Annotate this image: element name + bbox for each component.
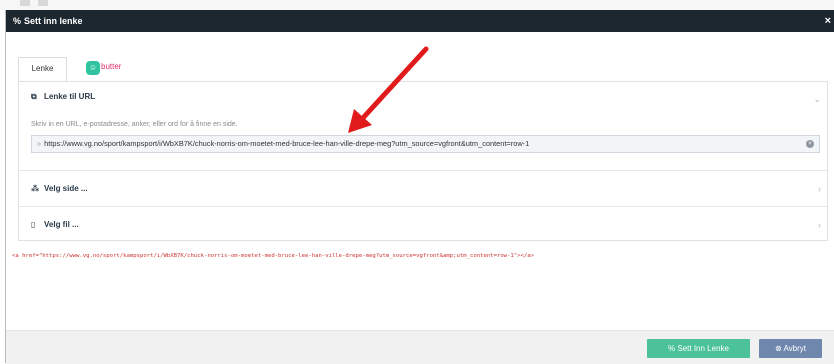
cancel-label: Avbryt (783, 344, 806, 353)
cancel-button[interactable]: ⊗ Avbryt (759, 339, 822, 358)
chevron-right-icon[interactable]: › (818, 220, 821, 230)
divider (19, 206, 827, 207)
section-page-label: Velg side ... (44, 184, 88, 193)
annotation-arrow (348, 46, 429, 133)
background-grip (38, 0, 48, 6)
dialog-footer: % Sett Inn Lenke ⊗ Avbryt (6, 330, 834, 364)
background-page-strip (0, 0, 834, 10)
section-url-label: Lenke til URL (44, 92, 96, 101)
section-file-label: Velg fil ... (44, 220, 79, 229)
tab-butter-label: butter (101, 62, 122, 71)
sitemap-icon: ⁂ (31, 184, 40, 193)
section-file-heading[interactable]: ▯ Velg fil ... (31, 220, 79, 229)
file-icon: ▯ (31, 220, 36, 229)
chevron-right-icon: » (37, 139, 42, 148)
divider (19, 170, 827, 171)
background-grip (20, 0, 30, 6)
cancel-icon: ⊗ (774, 344, 782, 353)
close-icon[interactable]: × (825, 15, 831, 27)
chevron-down-icon[interactable]: ⌄ (813, 94, 821, 105)
clear-icon[interactable]: × (806, 140, 814, 148)
external-link-icon: ⧉ (31, 92, 37, 101)
url-value: https://www.vg.no/sport/kampsport/i/WbXB… (44, 139, 530, 148)
link-icon: % (13, 16, 22, 26)
tab-lenke[interactable]: Lenke (18, 57, 67, 81)
insert-link-label: Sett Inn Lenke (677, 344, 729, 353)
url-hint: Skriv in en URL, e-postadresse, anker, e… (31, 121, 238, 128)
chevron-right-icon[interactable]: › (818, 184, 821, 194)
url-input[interactable]: » https://www.vg.no/sport/kampsport/i/WbX… (31, 135, 820, 153)
tab-butter[interactable]: ☺ butter (80, 57, 121, 81)
link-icon: % (668, 344, 676, 353)
robot-badge-icon: ☺ (86, 61, 100, 75)
dialog-title: Sett inn lenke (24, 16, 83, 26)
insert-link-button[interactable]: % Sett Inn Lenke (647, 339, 750, 358)
html-preview: <a href="https://www.vg.no/sport/kampspo… (12, 253, 534, 259)
dialog-titlebar: % Sett inn lenke × (6, 10, 834, 32)
section-page-heading[interactable]: ⁂ Velg side ... (31, 184, 88, 193)
section-url-heading[interactable]: ⧉ Lenke til URL (31, 92, 95, 102)
